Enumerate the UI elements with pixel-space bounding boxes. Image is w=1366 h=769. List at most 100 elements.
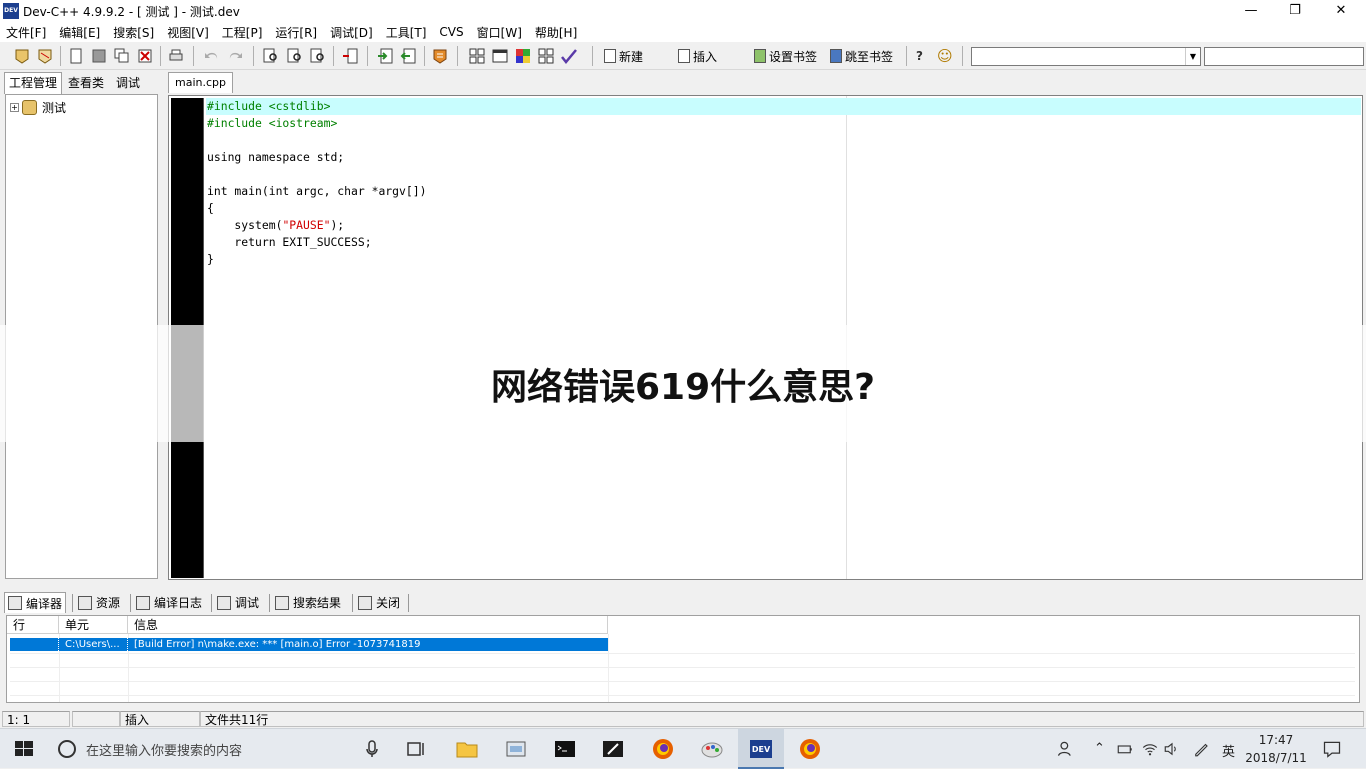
print-icon[interactable]: [167, 47, 185, 65]
tab-close[interactable]: 关闭: [355, 592, 403, 613]
code-line[interactable]: return EXIT_SUCCESS;: [206, 234, 1361, 251]
find-next-icon[interactable]: [309, 47, 327, 65]
tab-main-cpp[interactable]: main.cpp: [168, 72, 233, 93]
grid-line: [608, 634, 609, 702]
debug-check-icon[interactable]: [560, 47, 578, 65]
tab-project[interactable]: 工程管理: [4, 72, 63, 94]
replace-icon[interactable]: [286, 47, 304, 65]
save-all-icon[interactable]: [113, 47, 131, 65]
tab-classes[interactable]: 查看类: [64, 73, 108, 93]
new-button[interactable]: 新建: [604, 46, 643, 66]
grid-line: [10, 681, 1355, 682]
menu-search[interactable]: 搜索[S]: [107, 24, 161, 41]
task-view-icon[interactable]: [404, 737, 428, 761]
system-clock[interactable]: 17:47 2018/7/11: [1244, 731, 1308, 767]
title-bar: DEV Dev-C++ 4.9.9.2 - [ 测试 ] - 测试.dev — …: [0, 0, 1366, 22]
menu-help[interactable]: 帮助[H]: [529, 24, 584, 41]
tab-resources[interactable]: 资源: [75, 592, 123, 613]
insert-icon: [678, 49, 690, 63]
code-line[interactable]: #include <cstdlib>: [206, 98, 1361, 115]
member-combo[interactable]: [1204, 47, 1364, 66]
set-bookmark-button[interactable]: 设置书签: [754, 46, 817, 66]
close-file-icon[interactable]: [136, 47, 154, 65]
column-header-line[interactable]: 行: [7, 616, 59, 634]
wifi-icon[interactable]: [1141, 737, 1159, 761]
menu-tools[interactable]: 工具[T]: [380, 24, 434, 41]
code-line[interactable]: [206, 132, 1361, 149]
clock-time: 17:47: [1258, 733, 1294, 747]
tree-node-project[interactable]: + 测试: [10, 99, 66, 116]
tab-search-results[interactable]: 搜索结果: [272, 592, 344, 613]
open-project-icon[interactable]: [36, 47, 54, 65]
find-icon[interactable]: [262, 47, 280, 65]
menu-project[interactable]: 工程[P]: [216, 24, 270, 41]
tab-debug[interactable]: 调试: [112, 73, 144, 93]
sticky-pen-icon[interactable]: [601, 737, 625, 761]
firefox-icon[interactable]: [798, 737, 822, 761]
expand-icon[interactable]: +: [10, 103, 19, 112]
remove-from-project-icon[interactable]: [400, 47, 418, 65]
code-line[interactable]: system("PAUSE");: [206, 217, 1361, 234]
close-button[interactable]: ✕: [1318, 0, 1364, 22]
help-icon[interactable]: ?: [916, 46, 923, 66]
goto-line-icon[interactable]: [341, 47, 359, 65]
menu-edit[interactable]: 编辑[E]: [53, 24, 107, 41]
chevron-down-icon[interactable]: ▼: [1185, 48, 1200, 65]
code-area[interactable]: #include <cstdlib> #include <iostream> u…: [206, 98, 1361, 268]
goto-bookmark-button[interactable]: 跳至书签: [830, 46, 893, 66]
column-header-unit[interactable]: 单元: [59, 616, 128, 634]
class-combo[interactable]: ▼: [971, 47, 1201, 66]
menu-view[interactable]: 视图[V]: [161, 24, 216, 41]
code-line[interactable]: #include <iostream>: [206, 115, 1361, 132]
save-icon[interactable]: [90, 47, 108, 65]
menu-file[interactable]: 文件[F]: [0, 24, 53, 41]
menu-cvs[interactable]: CVS: [433, 25, 470, 39]
new-file-icon[interactable]: [67, 47, 85, 65]
compiler-results-table[interactable]: 行 单元 信息 C:\Users\... [Build Error] n\mak…: [6, 615, 1360, 703]
code-line[interactable]: }: [206, 251, 1361, 268]
code-line[interactable]: using namespace std;: [206, 149, 1361, 166]
file-explorer-icon[interactable]: [455, 737, 479, 761]
devcpp-taskbar-icon[interactable]: DEV: [749, 737, 773, 761]
code-line[interactable]: int main(int argc, char *argv[]): [206, 183, 1361, 200]
menu-window[interactable]: 窗口[W]: [471, 24, 529, 41]
code-line[interactable]: [206, 166, 1361, 183]
undo-icon[interactable]: [203, 47, 221, 65]
microphone-icon[interactable]: [360, 737, 384, 761]
ime-indicator[interactable]: 英: [1222, 741, 1235, 760]
run-icon[interactable]: [491, 47, 509, 65]
paint-app-icon[interactable]: [700, 737, 724, 761]
redo-icon[interactable]: [226, 47, 244, 65]
toolbar-separator: [457, 46, 458, 66]
restore-button[interactable]: ❐: [1272, 0, 1318, 22]
command-prompt-icon[interactable]: [553, 737, 577, 761]
firefox-icon[interactable]: [651, 737, 675, 761]
minimize-button[interactable]: —: [1228, 0, 1274, 22]
pen-workspace-icon[interactable]: [1192, 737, 1210, 761]
table-row[interactable]: C:\Users\... [Build Error] n\make.exe: *…: [10, 638, 608, 651]
code-line[interactable]: {: [206, 200, 1361, 217]
volume-icon[interactable]: [1163, 737, 1181, 761]
add-to-project-icon[interactable]: [377, 47, 395, 65]
tab-compile-log[interactable]: 编译日志: [133, 592, 205, 613]
compile-icon[interactable]: [468, 47, 486, 65]
about-icon[interactable]: ☺: [937, 46, 953, 66]
show-hidden-icons-icon[interactable]: ⌃: [1094, 741, 1105, 756]
battery-icon[interactable]: [1116, 737, 1134, 761]
menu-run[interactable]: 运行[R]: [269, 24, 324, 41]
insert-button[interactable]: 插入: [678, 46, 717, 66]
rebuild-all-icon[interactable]: [537, 47, 555, 65]
menu-debug[interactable]: 调试[D]: [324, 24, 380, 41]
tab-separator: [72, 594, 73, 612]
notification-icon[interactable]: [1322, 737, 1342, 761]
column-header-message[interactable]: 信息: [128, 616, 608, 634]
control-panel-icon[interactable]: [504, 737, 528, 761]
project-options-icon[interactable]: [431, 47, 449, 65]
new-project-icon[interactable]: [13, 47, 31, 65]
tab-debug-output[interactable]: 调试: [214, 592, 262, 613]
taskbar-search[interactable]: 在这里输入你要搜索的内容: [48, 729, 390, 769]
tab-compiler[interactable]: 编译器: [4, 592, 67, 613]
windows-start-icon[interactable]: [12, 737, 36, 761]
compile-run-icon[interactable]: [514, 47, 532, 65]
people-icon[interactable]: [1056, 737, 1076, 761]
